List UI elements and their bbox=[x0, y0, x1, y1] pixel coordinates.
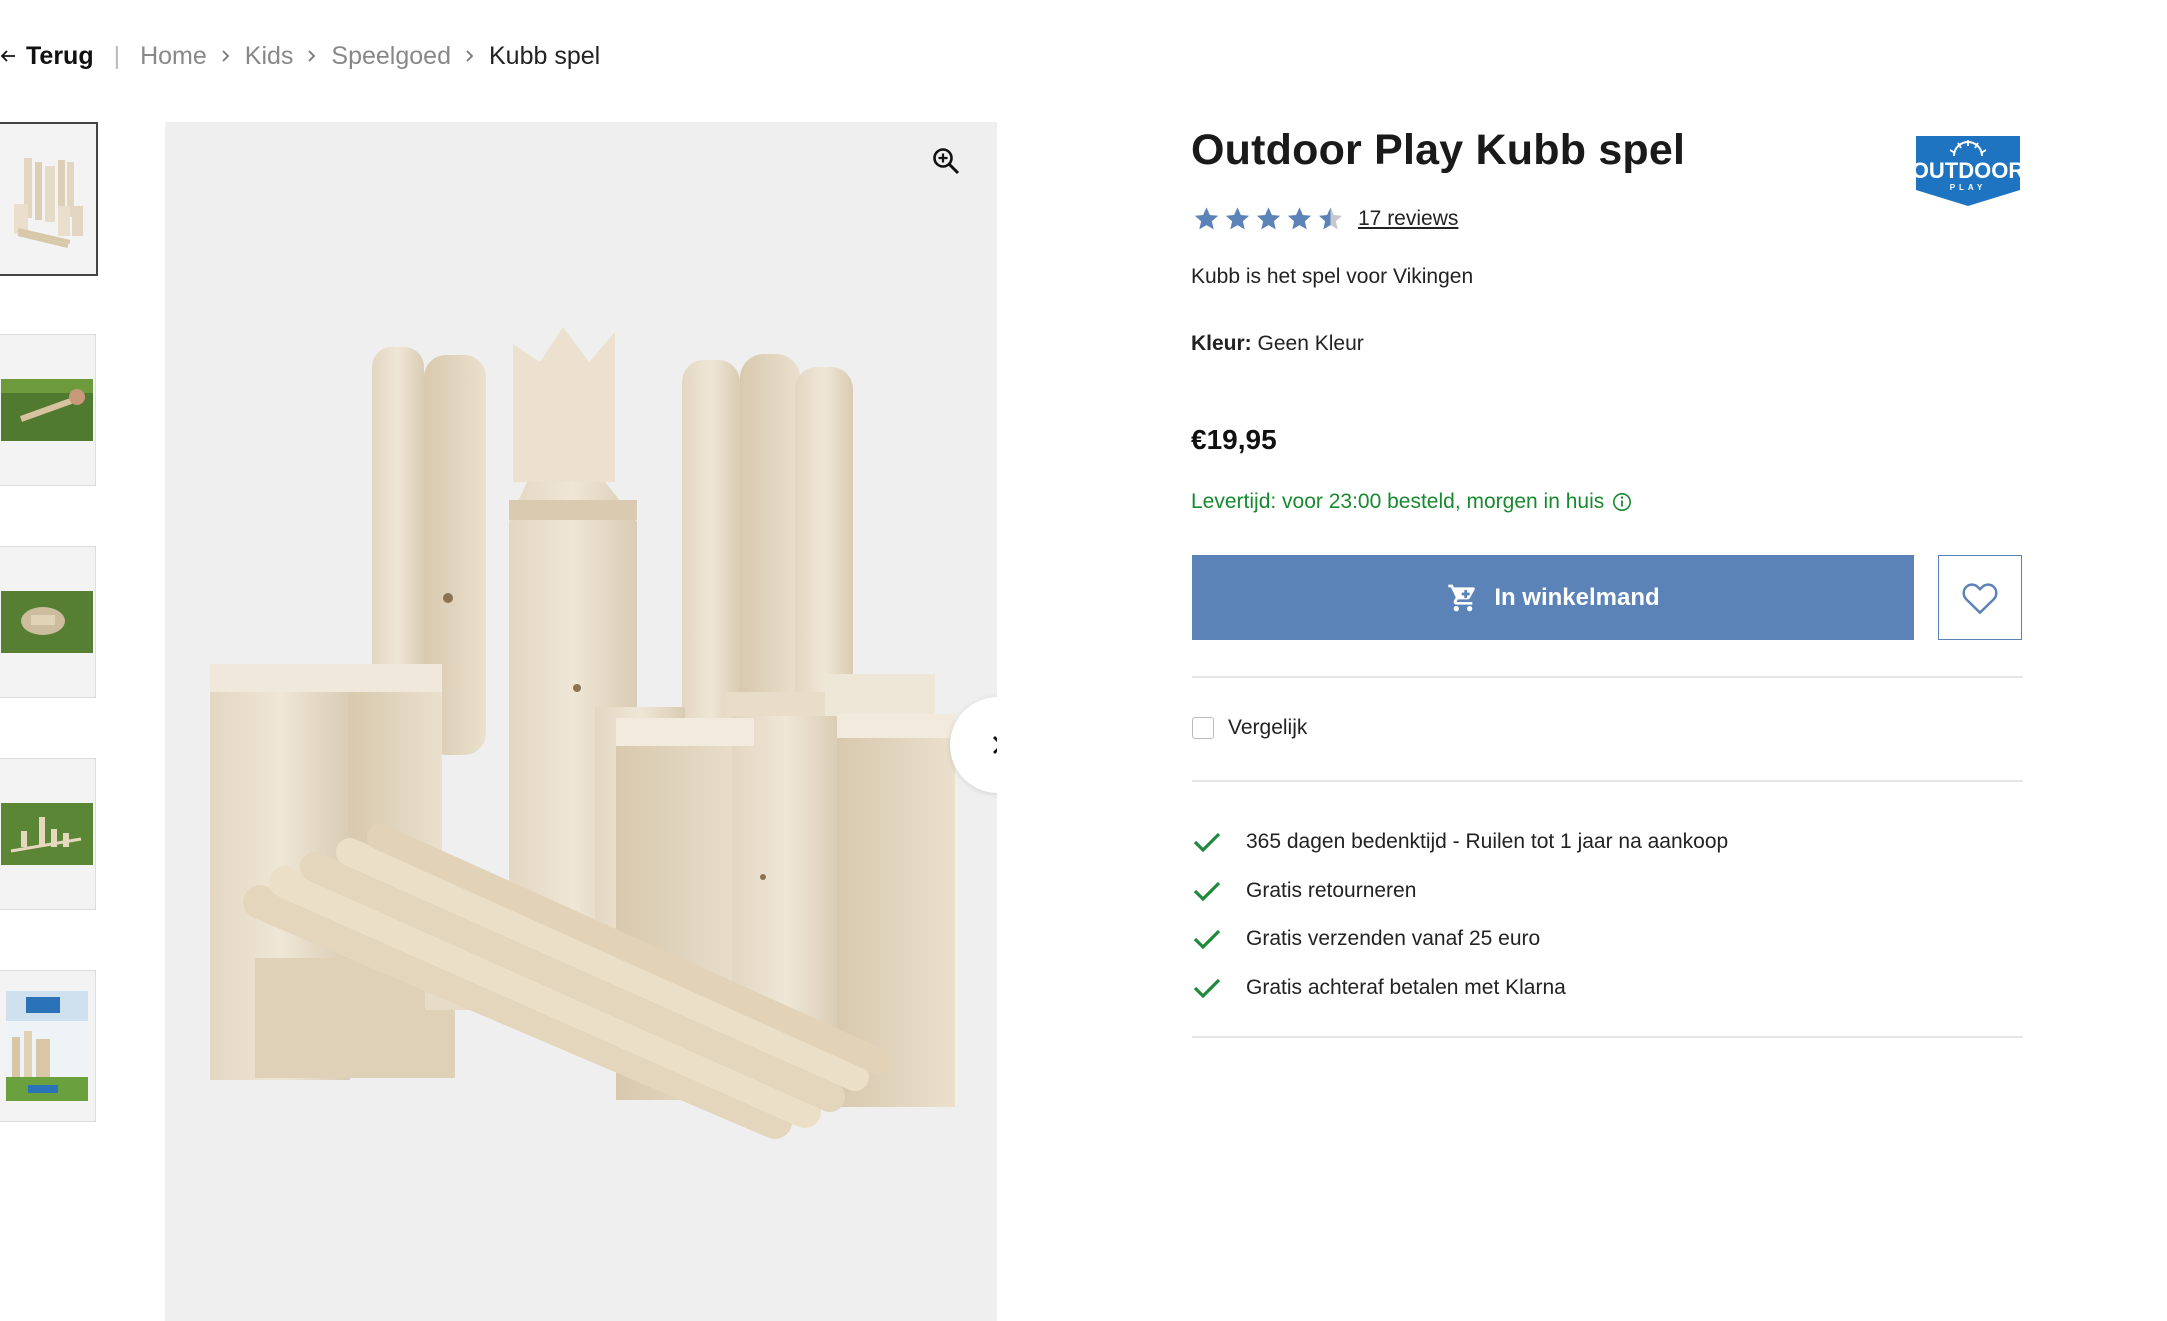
lawn-play-thumbnail-image bbox=[1, 379, 93, 441]
chevron-right-icon bbox=[221, 49, 231, 63]
gallery-thumbnail-1[interactable] bbox=[0, 122, 98, 276]
add-to-cart-label: In winkelmand bbox=[1494, 583, 1660, 611]
product-color: Kleur: Geen Kleur bbox=[1191, 332, 1364, 356]
usp-text: Gratis achteraf betalen met Klarna bbox=[1246, 975, 1566, 999]
heart-icon bbox=[1962, 582, 1998, 614]
breadcrumb: Terug | Home Kids Speelgoed Kubb spel bbox=[0, 38, 600, 74]
check-icon bbox=[1193, 978, 1221, 999]
product-price: €19,95 bbox=[1191, 424, 1277, 455]
usp-item: Gratis retourneren bbox=[1192, 867, 1728, 916]
brand-logo-subtext: PLAY bbox=[1950, 183, 1987, 192]
checkbox-box[interactable] bbox=[1192, 717, 1214, 739]
kubb-set-thumbnail-image bbox=[14, 158, 83, 248]
check-icon bbox=[1193, 881, 1221, 902]
star-icon bbox=[1194, 207, 1219, 230]
back-link[interactable]: Terug bbox=[0, 42, 94, 71]
check-icon bbox=[1193, 930, 1221, 950]
breadcrumb-speelgoed[interactable]: Speelgoed bbox=[331, 42, 451, 71]
chevron-right-icon bbox=[993, 736, 997, 754]
usp-item: Gratis achteraf betalen met Klarna bbox=[1192, 964, 1728, 1013]
arrow-left-icon bbox=[0, 50, 15, 62]
packaging-thumbnail-image bbox=[6, 991, 88, 1101]
breadcrumb-kids[interactable]: Kids bbox=[245, 42, 294, 71]
chevron-right-icon bbox=[307, 49, 317, 63]
back-label: Terug bbox=[26, 41, 94, 70]
divider bbox=[1192, 780, 2023, 782]
zoom-in-icon[interactable] bbox=[932, 147, 960, 180]
usp-text: Gratis verzenden vanaf 25 euro bbox=[1246, 927, 1541, 951]
star-icon bbox=[1287, 207, 1312, 230]
gallery-thumbnail-2[interactable] bbox=[0, 334, 96, 486]
wishlist-button[interactable] bbox=[1938, 555, 2022, 640]
reviews-link[interactable]: 17 reviews bbox=[1358, 207, 1458, 231]
delivery-text: Levertijd: voor 23:00 besteld, morgen in… bbox=[1191, 490, 1605, 513]
star-icon bbox=[1225, 207, 1250, 230]
usp-text: 365 dagen bedenktijd - Ruilen tot 1 jaar… bbox=[1246, 830, 1729, 854]
half-star-icon bbox=[1318, 207, 1343, 230]
brand-logo-text: OUTDOOR bbox=[1914, 158, 2022, 183]
product-main-image bbox=[165, 122, 997, 1321]
star-icon bbox=[1256, 207, 1281, 230]
divider bbox=[1192, 676, 2023, 678]
add-to-cart-button[interactable]: In winkelmand bbox=[1192, 555, 1914, 640]
compare-checkbox[interactable]: Vergelijk bbox=[1192, 716, 1307, 740]
star-rating bbox=[1191, 205, 1346, 233]
shopping-cart-icon bbox=[1448, 584, 1476, 611]
breadcrumb-divider: | bbox=[113, 41, 121, 70]
product-title: Outdoor Play Kubb spel bbox=[1191, 126, 1686, 174]
bag-on-grass-thumbnail-image bbox=[1, 591, 93, 653]
gallery-thumbnail-4[interactable] bbox=[0, 758, 96, 910]
breadcrumb-home[interactable]: Home bbox=[140, 42, 207, 71]
brand-logo[interactable]: OUTDOOR PLAY bbox=[1912, 134, 2024, 213]
outdoor-play-logo-icon: OUTDOOR PLAY bbox=[1912, 136, 2024, 206]
usp-text: Gratis retourneren bbox=[1246, 878, 1417, 902]
usp-list: 365 dagen bedenktijd - Ruilen tot 1 jaar… bbox=[1192, 818, 1728, 1012]
kubb-set-image bbox=[210, 327, 955, 1139]
gallery-thumbnail-3[interactable] bbox=[0, 546, 96, 698]
chevron-right-icon bbox=[465, 49, 475, 63]
breadcrumb-current: Kubb spel bbox=[488, 41, 601, 70]
info-icon[interactable] bbox=[1612, 492, 1632, 512]
gallery-thumbnail-5[interactable] bbox=[0, 970, 96, 1122]
usp-item: Gratis verzenden vanaf 25 euro bbox=[1192, 915, 1728, 964]
color-label: Kleur: bbox=[1191, 332, 1252, 355]
product-description: Kubb is het spel voor Vikingen bbox=[1191, 265, 1474, 288]
check-icon bbox=[1193, 833, 1221, 853]
usp-item: 365 dagen bedenktijd - Ruilen tot 1 jaar… bbox=[1192, 818, 1728, 867]
product-rating: 17 reviews bbox=[1191, 205, 1458, 233]
delivery-info: Levertijd: voor 23:00 besteld, morgen in… bbox=[1191, 490, 1632, 514]
color-value: Geen Kleur bbox=[1257, 332, 1364, 355]
blocks-on-grass-thumbnail-image bbox=[1, 803, 93, 865]
divider bbox=[1192, 1036, 2023, 1038]
compare-label: Vergelijk bbox=[1228, 716, 1308, 739]
